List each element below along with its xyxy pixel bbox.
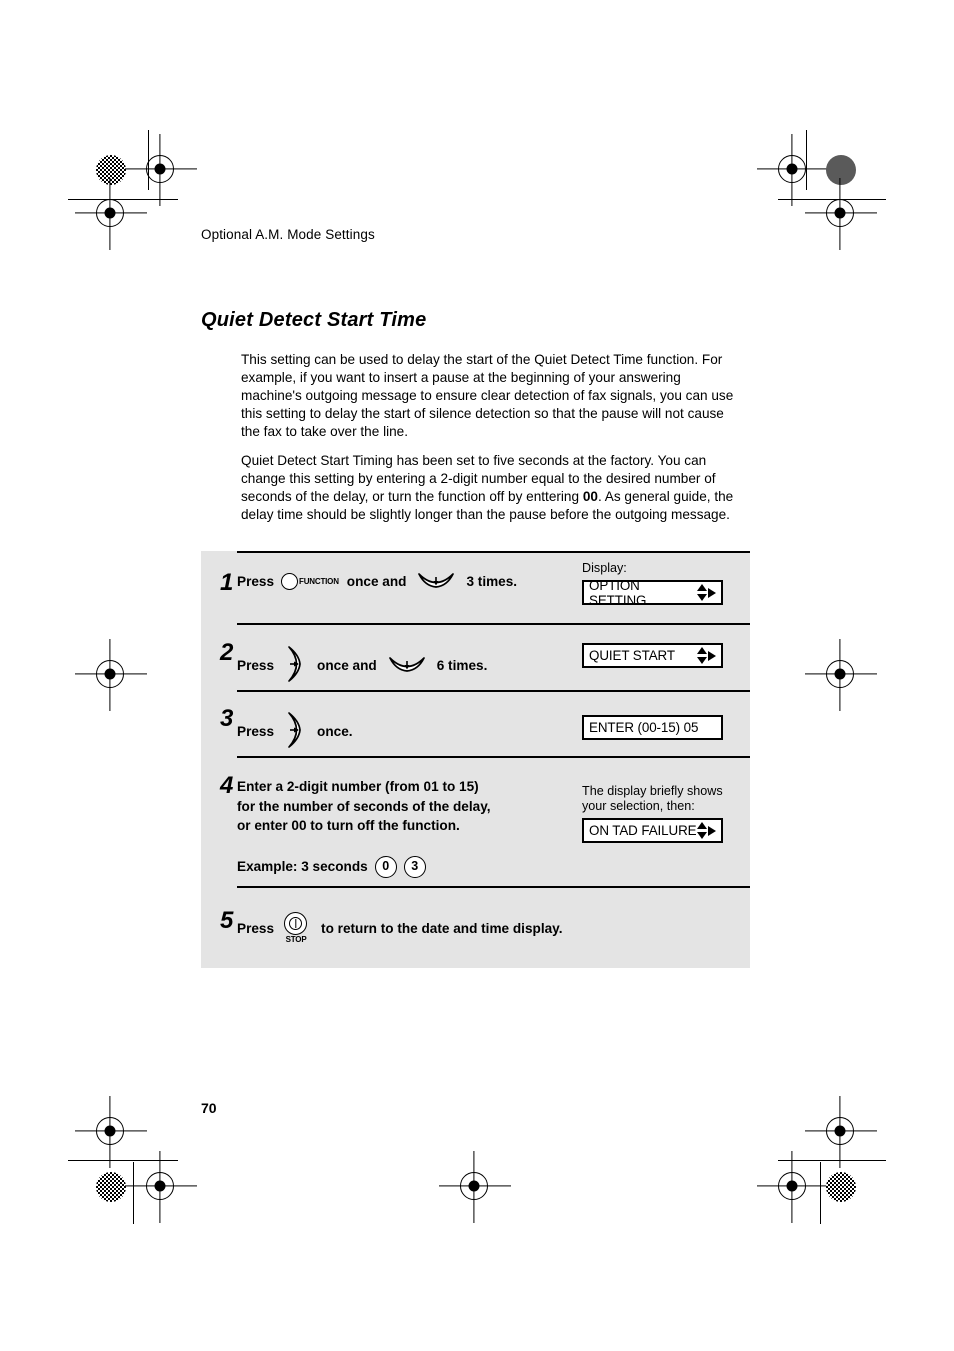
- page-number: 70: [201, 1100, 217, 1116]
- right-arrow-icon: [708, 587, 716, 598]
- registration-target: [805, 1096, 877, 1168]
- number-key-3-icon[interactable]: 3: [403, 855, 426, 878]
- body-paragraph-1: This setting can be used to delay the st…: [241, 351, 734, 440]
- crop-mark-trim-line: [68, 1160, 178, 1162]
- registration-target: [125, 134, 197, 206]
- right-arrow-icon: [708, 825, 716, 836]
- registration-target: [805, 178, 877, 250]
- lcd-display-step-1: OPTION SETTING: [582, 577, 723, 608]
- function-circle-icon: [281, 573, 299, 590]
- step-4-instruction-line-2: for the number of seconds of the delay,: [237, 798, 491, 814]
- crop-mark-trim-line: [133, 1162, 135, 1224]
- step-number: 1: [220, 569, 234, 596]
- step-2-press-label: Press: [237, 658, 275, 673]
- registration-target: [757, 1151, 829, 1223]
- display-caption-line-2: your selection, then:: [582, 799, 695, 813]
- registration-target: [757, 134, 829, 206]
- lcd-arrow-indicators: [697, 647, 716, 664]
- stop-key-symbol: [289, 917, 303, 930]
- step-1-tail-text: 3 times.: [466, 574, 518, 589]
- step-5: 5 Press STOP to return to the date and t…: [201, 886, 750, 968]
- right-arrow-rocker-key-icon[interactable]: [282, 711, 306, 752]
- halftone-registration-dot: [96, 155, 126, 185]
- lcd-text: OPTION SETTING: [589, 577, 647, 608]
- step-1: 1 Press FUNCTION once and 3 times. Displ…: [201, 551, 750, 623]
- registration-target: [805, 639, 877, 711]
- step-2-tail-text: 6 times.: [436, 658, 488, 673]
- right-arrow-rocker-key-icon[interactable]: [282, 645, 306, 686]
- paragraph-2-bold-value: 00: [582, 489, 598, 504]
- example-label: Example: 3 seconds: [237, 858, 368, 874]
- step-5-tail-text: to return to the date and time display.: [321, 920, 563, 936]
- registration-target: [75, 178, 147, 250]
- down-arrow-rocker-key-icon[interactable]: [417, 569, 455, 594]
- right-arrow-icon: [708, 650, 716, 661]
- number-key-0-icon[interactable]: 0: [374, 855, 397, 878]
- step-number: 5: [220, 907, 234, 934]
- registration-target: [439, 1151, 511, 1223]
- function-key-label: FUNCTION: [299, 577, 339, 586]
- step-4-instruction-line-3: or enter 00 to turn off the function.: [237, 818, 460, 833]
- lcd-text: ENTER (00-15) 05: [589, 720, 699, 735]
- page-title: Quiet Detect Start Time: [201, 309, 427, 332]
- body-paragraph-2: Quiet Detect Start Timing has been set t…: [241, 452, 741, 525]
- step-3-press-label: Press: [237, 724, 275, 739]
- lcd-display-step-3: ENTER (00-15) 05: [582, 715, 723, 740]
- crop-mark-trim-line: [778, 1160, 886, 1162]
- step-number: 4: [220, 772, 234, 799]
- running-head: Optional A.M. Mode Settings: [201, 227, 375, 242]
- step-3: 3 Press once. ENTER (00-15) 05: [201, 690, 750, 756]
- step-4: 4 Enter a 2-digit number (from 01 to 15)…: [201, 756, 750, 886]
- lcd-display-step-2: QUIET START: [582, 643, 723, 668]
- lcd-display-step-4: ON TAD FAILURE: [582, 818, 723, 843]
- lcd-text: ON TAD FAILURE: [589, 823, 697, 838]
- function-button-icon[interactable]: FUNCTION: [281, 573, 339, 590]
- step-1-press-label: Press: [237, 574, 275, 589]
- stop-button-icon[interactable]: STOP: [283, 912, 309, 944]
- up-down-arrow-icon: [697, 584, 707, 601]
- solid-registration-dot: [826, 155, 856, 185]
- step-3-tail-text: once.: [317, 724, 353, 739]
- step-2: 2 Press once and 6 times. QUIET START: [201, 623, 750, 690]
- lcd-arrow-indicators: [697, 822, 716, 839]
- crop-mark-trim-line: [820, 1162, 822, 1224]
- halftone-registration-dot: [826, 1172, 856, 1202]
- step-4-instruction-line-1: Enter a 2-digit number (from 01 to 15): [237, 779, 479, 794]
- stop-key-label: STOP: [285, 935, 307, 944]
- registration-target: [125, 1151, 197, 1223]
- step-4-example: Example: 3 seconds 0 3: [237, 855, 582, 878]
- up-down-arrow-icon: [697, 647, 707, 664]
- step-number: 2: [220, 639, 234, 666]
- halftone-registration-dot: [96, 1172, 126, 1202]
- crop-mark-trim-line: [806, 130, 808, 190]
- lcd-text: QUIET START: [589, 648, 675, 663]
- procedure-steps-panel: 1 Press FUNCTION once and 3 times. Displ…: [201, 551, 750, 968]
- display-caption: Display:: [582, 561, 627, 575]
- crop-mark-trim-line: [68, 199, 178, 201]
- registration-target: [75, 1096, 147, 1168]
- lcd-arrow-indicators: [697, 584, 716, 601]
- step-5-press-label: Press: [237, 920, 275, 936]
- step-number: 3: [220, 705, 234, 732]
- up-down-arrow-icon: [697, 822, 707, 839]
- step-2-mid-text: once and: [317, 658, 377, 673]
- registration-target: [75, 639, 147, 711]
- down-arrow-rocker-key-icon[interactable]: [388, 653, 426, 678]
- step-divider: [237, 886, 750, 889]
- display-caption-line-1: The display briefly shows: [582, 784, 723, 798]
- step-1-mid-text: once and: [346, 574, 407, 589]
